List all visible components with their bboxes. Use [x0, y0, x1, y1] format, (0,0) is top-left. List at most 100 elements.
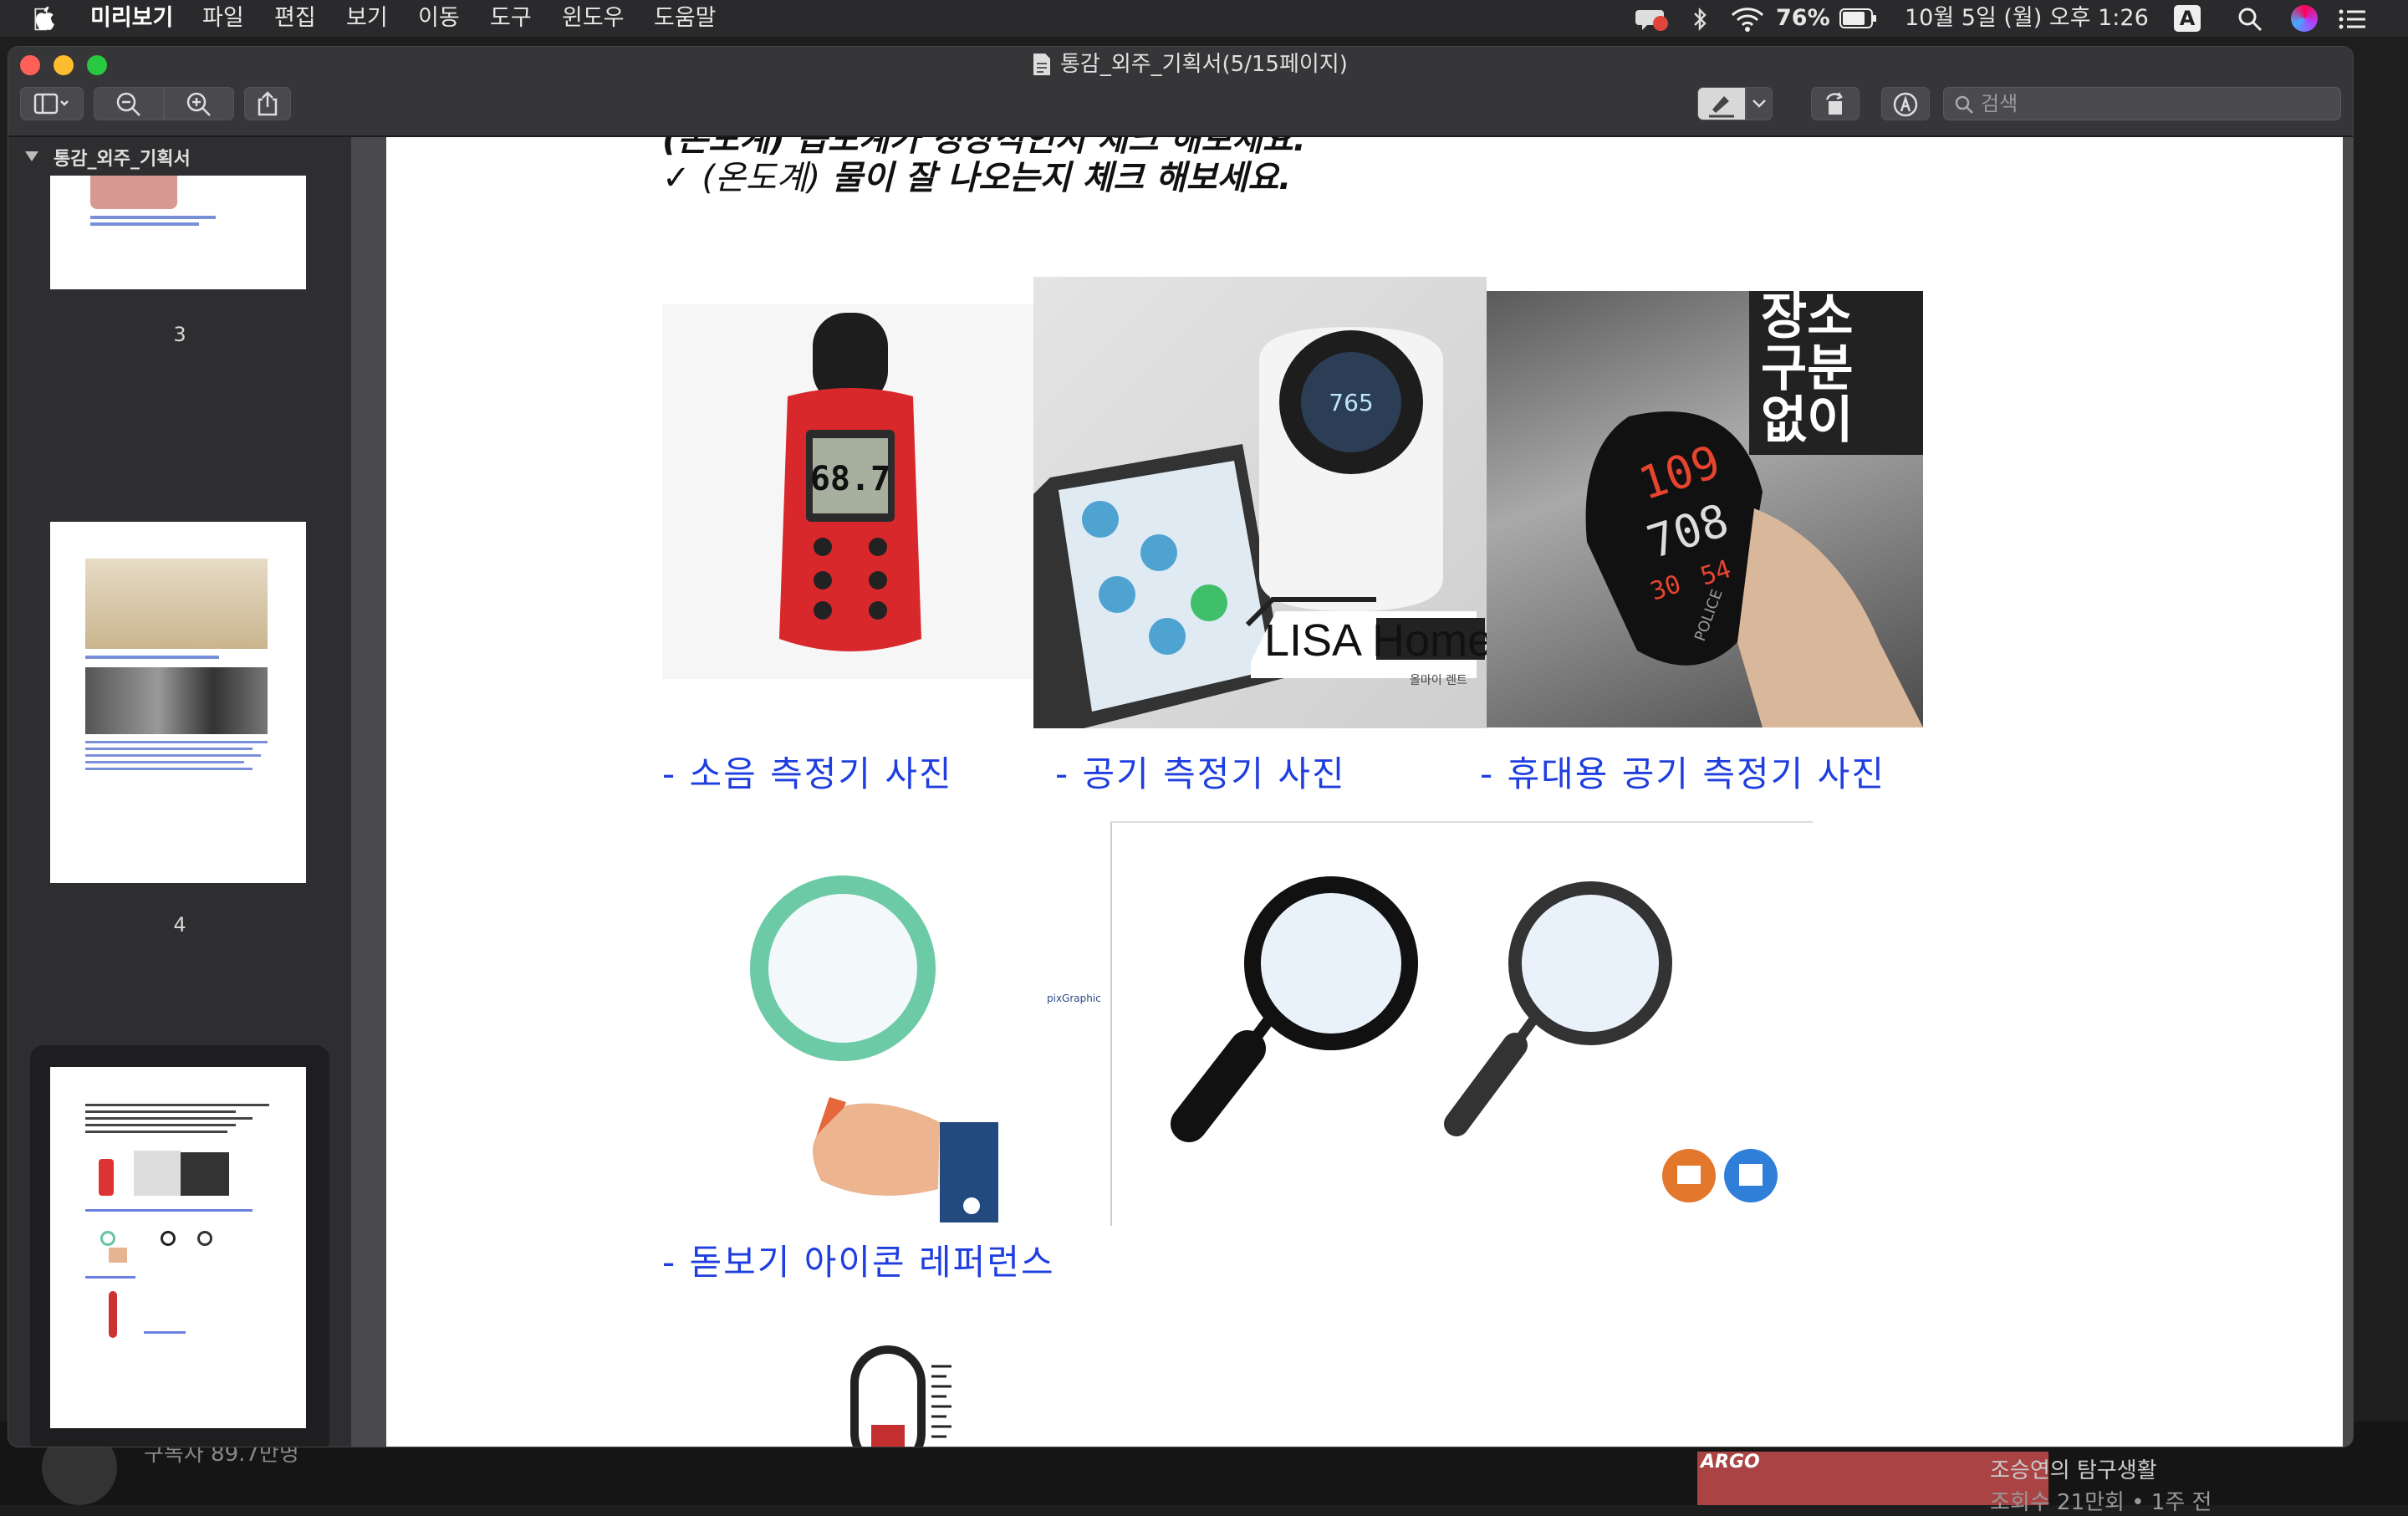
disclosure-triangle-icon[interactable] [23, 149, 40, 164]
rotate-icon [1825, 92, 1843, 115]
apple-logo-icon[interactable] [32, 5, 55, 32]
thumb-image [100, 1231, 115, 1246]
highlighter-icon [1709, 96, 1734, 118]
magnifier-reference-1: pixGraphic [721, 846, 1105, 1281]
sidebar-doc-name: 통감_외주_기획서 [54, 149, 191, 170]
check-mark: ✓ [662, 159, 691, 197]
search-field[interactable] [1943, 87, 2341, 120]
menu-item-tools[interactable]: 도구 [490, 3, 532, 33]
menubar-clock[interactable]: 10월 5일 (월) 오후 1:26 [1905, 3, 2149, 33]
menu-item-help[interactable]: 도움말 [654, 3, 717, 33]
thumb-image [161, 1231, 176, 1246]
thumb-text-line [85, 656, 219, 659]
title-bar: 통감_외주_기획서(5/15페이지) [8, 47, 2353, 137]
divider [1110, 821, 1813, 823]
minimize-window-button[interactable] [54, 55, 74, 75]
noise-meter-photo: 68.7 [662, 304, 1037, 679]
sound-level-meter-icon: 68.7 [779, 313, 921, 651]
thumbnail-sidebar: 통감_외주_기획서 3 4 [8, 137, 351, 1447]
sidebar-toggle-button[interactable] [20, 87, 84, 120]
thumb-text-line [85, 1124, 236, 1126]
pictographic-logo: pixGraphic [1047, 993, 1101, 1004]
page-thumbnail-4[interactable] [50, 522, 306, 883]
page-thumbnail-5[interactable] [50, 1067, 306, 1428]
search-input[interactable] [1981, 89, 2332, 118]
thumb-text-line [85, 1131, 227, 1133]
close-window-button[interactable] [20, 55, 40, 75]
page-thumbnail-3[interactable] [50, 176, 306, 289]
thumb-text-line [85, 761, 244, 763]
siri-icon[interactable] [2291, 5, 2318, 32]
channel-name[interactable]: 조승연의 탐구생활 [1990, 1453, 2157, 1484]
zoom-in-icon [186, 92, 211, 116]
thumb-text-line [85, 741, 268, 743]
app-menu-name[interactable]: 미리보기 [90, 3, 173, 33]
menu-item-go[interactable]: 이동 [418, 3, 460, 33]
input-source-indicator[interactable]: A [2174, 5, 2201, 32]
page-number-3: 3 [173, 323, 186, 346]
wifi-icon[interactable] [1731, 7, 1764, 32]
thumb-text-line [85, 1110, 236, 1113]
markup-highlight-button[interactable] [1697, 87, 1746, 120]
thumb-image [85, 559, 268, 649]
thumb-text-line [85, 1104, 269, 1106]
caption-air-meter: - 공기 측정기 사진 [1055, 753, 1346, 794]
checklist-text: 물이 잘 나오는지 체크 해보세요. [832, 159, 1292, 197]
pdf-page: (온도계) 습도계가 정상적인지 체크 해보세요. ✓ (온도계) 물이 잘 나… [386, 137, 2343, 1447]
sidebar-doc-header[interactable]: 통감_외주_기획서 [8, 137, 351, 176]
magnifier-pair-icon [1171, 876, 1778, 1202]
battery-percent: 76% [1776, 5, 1830, 31]
thumb-image [90, 176, 177, 209]
preview-window: 통감_외주_기획서(5/15페이지) 검색 통감_외주_기획서 3 4 (온도계… [8, 47, 2353, 1447]
caption-magnifier: - 돋보기 아이콘 레퍼런스 [662, 1242, 1055, 1283]
thumb-image [85, 667, 268, 734]
share-icon [258, 91, 278, 116]
highlight-options-button[interactable] [1746, 87, 1773, 120]
zoom-window-button[interactable] [87, 55, 107, 75]
battery-icon[interactable] [1839, 8, 1878, 30]
spotlight-search-icon[interactable] [2237, 7, 2263, 32]
divider [1110, 821, 1112, 1226]
search-icon [1955, 95, 1973, 114]
zoom-out-icon [116, 92, 140, 116]
page-number-4: 4 [173, 913, 186, 937]
bluetooth-icon[interactable] [1689, 7, 1711, 32]
menu-item-file[interactable]: 파일 [202, 3, 244, 33]
meter-reading: 68.7 [810, 460, 890, 498]
air-reading: 765 [1329, 389, 1373, 416]
thumb-image [109, 1248, 127, 1263]
thermometer-icon [850, 1345, 951, 1447]
thumb-text-line [85, 754, 261, 757]
zoom-out-button[interactable] [94, 87, 164, 120]
checklist-item: ✓ (온도계) 물이 잘 나오는지 체크 해보세요. [662, 151, 1291, 199]
thumb-text-line [85, 768, 253, 770]
argo-label: ARGO [1701, 1452, 1760, 1473]
thumb-text-line [90, 216, 216, 219]
share-button[interactable] [244, 87, 291, 120]
menu-item-view[interactable]: 보기 [346, 3, 388, 33]
portable-overlay-text: 장소 구분 없이 [1749, 291, 1923, 455]
control-center-icon[interactable] [2338, 7, 2368, 32]
thumb-text-line [85, 1117, 253, 1120]
document-view[interactable]: (온도계) 습도계가 정상적인지 체크 해보세요. ✓ (온도계) 물이 잘 나… [351, 137, 2353, 1447]
window-title: 통감_외주_기획서(5/15페이지) [1060, 52, 1348, 77]
magnifier-hand-icon: pixGraphic [750, 875, 1101, 1222]
menu-item-edit[interactable]: 편집 [274, 3, 316, 33]
thumb-text-line [144, 1331, 186, 1334]
caption-portable-meter: - 휴대용 공기 측정기 사진 [1480, 753, 1885, 794]
rotate-button[interactable] [1811, 87, 1860, 120]
chevron-down-icon [1752, 100, 1766, 108]
thumb-image [109, 1291, 117, 1338]
thumb-image [181, 1152, 229, 1196]
markup-toolbar-button[interactable] [1881, 87, 1930, 120]
markup-pen-icon [1893, 92, 1918, 117]
thumb-text-line [90, 222, 199, 226]
menu-item-window[interactable]: 윈도우 [562, 3, 625, 33]
notification-badge-icon[interactable] [1635, 5, 1669, 32]
sidebar-icon [33, 93, 69, 115]
thumb-text-line [85, 1209, 253, 1212]
zoom-in-button[interactable] [164, 87, 234, 120]
thumb-image [197, 1231, 212, 1246]
video-stats: 조회수 21만회 • 1주 전 [1990, 1490, 2212, 1515]
portable-air-meter-photo: 109 708 30 54 POLICE 장소 구분 없이 [1487, 291, 1923, 727]
